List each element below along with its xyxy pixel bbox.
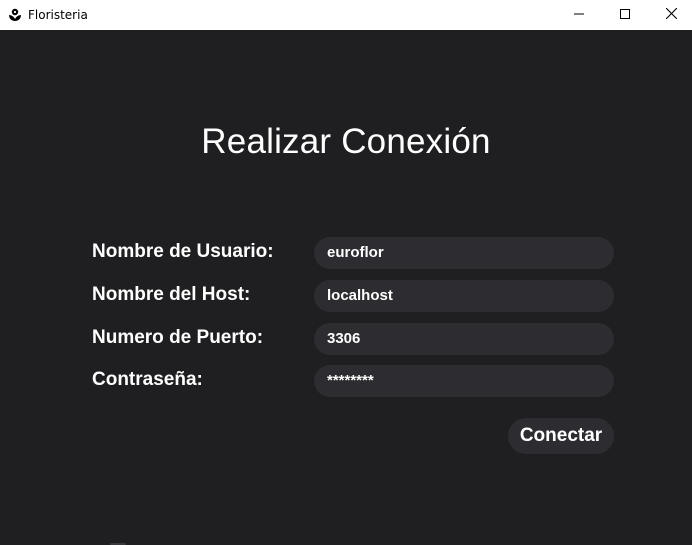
connection-panel: Realizar Conexión Nombre de Usuario: eur…	[0, 30, 692, 545]
title-bar: Floristeria	[0, 0, 692, 30]
username-field[interactable]: euroflor	[314, 237, 614, 269]
minimize-icon	[574, 6, 584, 24]
port-field[interactable]: 3306	[314, 323, 614, 355]
host-field[interactable]: localhost	[314, 280, 614, 312]
password-label: Contraseña:	[92, 369, 203, 390]
host-label: Nombre del Host:	[92, 284, 251, 305]
window-title: Floristeria	[28, 8, 88, 22]
flower-icon	[7, 7, 23, 23]
username-label: Nombre de Usuario:	[92, 241, 274, 262]
maximize-icon	[620, 6, 630, 24]
connect-button[interactable]: Conectar	[508, 418, 614, 454]
password-field[interactable]: ********	[314, 365, 614, 397]
page-title: Realizar Conexión	[201, 122, 491, 161]
port-label: Numero de Puerto:	[92, 327, 264, 348]
close-button[interactable]	[648, 0, 692, 30]
minimize-button[interactable]	[556, 0, 602, 30]
maximize-button[interactable]	[602, 0, 648, 30]
close-icon	[665, 6, 677, 24]
